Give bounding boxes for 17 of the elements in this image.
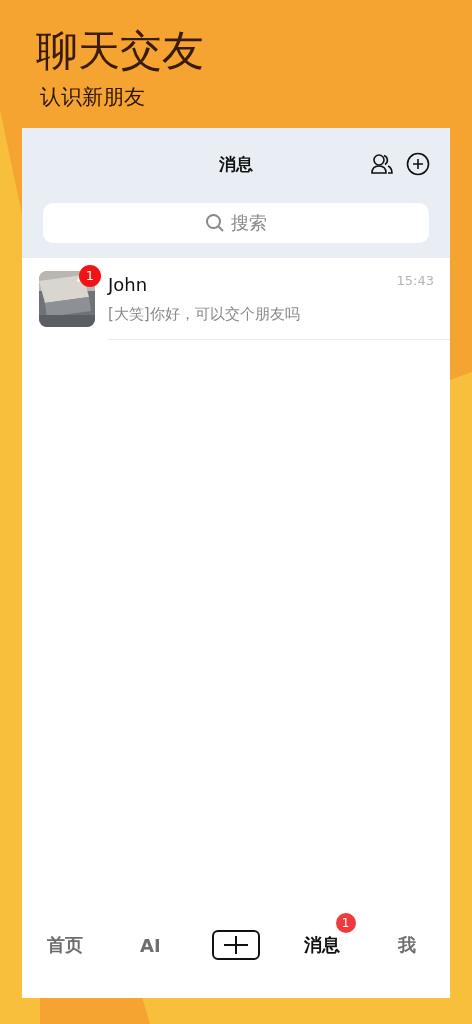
message-time: 15:43 [396,273,434,288]
promo-title: 聊天交友 [36,26,204,76]
search-field[interactable]: 搜索 [43,203,429,243]
promo-subtitle: 认识新朋友 [40,84,145,110]
tab[interactable]: AI [140,934,161,956]
unread-badge: 1 [79,265,101,287]
add-icon[interactable] [212,930,260,960]
tab[interactable]: 我 [398,933,417,957]
contact-name: John [108,274,148,296]
screen-title: 消息 [219,152,253,176]
add-icon[interactable] [406,152,430,176]
message-preview: [大笑]你好，可以交个朋友吗 [108,304,300,324]
unread-badge: 1 [335,913,356,933]
search-icon [205,213,225,233]
tab[interactable]: 消息 [303,933,340,957]
tab[interactable]: 首页 [46,933,83,957]
contacts-icon[interactable] [370,152,394,176]
